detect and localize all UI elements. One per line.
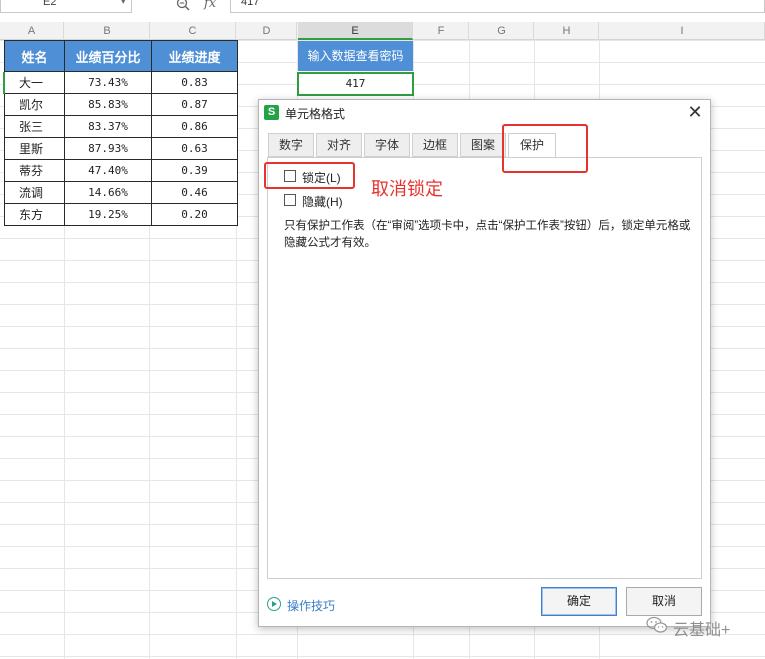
column-header-progress[interactable]: 业绩进度	[151, 40, 238, 72]
zoom-icon[interactable]	[176, 0, 190, 11]
cell-percent[interactable]: 73.43%	[64, 71, 152, 94]
column-header-c[interactable]: C	[150, 22, 236, 40]
table-row: 东方 19.25% 0.20	[4, 203, 238, 226]
column-header-d[interactable]: D	[237, 22, 297, 40]
protection-help-text: 只有保护工作表（在“审阅”选项卡中，点击“保护工作表”按钮）后，锁定单元格或隐藏…	[284, 220, 691, 249]
cell-name[interactable]: 张三	[4, 115, 65, 138]
cell-name[interactable]: 流调	[4, 181, 65, 204]
fx-icon[interactable]: fx	[204, 0, 216, 11]
cell-progress[interactable]: 0.20	[151, 203, 238, 226]
column-header-h[interactable]: H	[535, 22, 599, 40]
cell-percent[interactable]: 19.25%	[64, 203, 152, 226]
cell-name[interactable]: 凯尔	[4, 93, 65, 116]
tab-alignment[interactable]: 对齐	[316, 133, 362, 157]
formula-input[interactable]: 417	[230, 0, 765, 13]
cell-progress[interactable]: 0.39	[151, 159, 238, 182]
table-row: 蒂芬 47.40% 0.39	[4, 159, 238, 182]
table-row: 凯尔 85.83% 0.87	[4, 93, 238, 116]
cell-percent[interactable]: 47.40%	[64, 159, 152, 182]
cell-name[interactable]: 蒂芬	[4, 159, 65, 182]
cell-progress[interactable]: 0.87	[151, 93, 238, 116]
column-header-g[interactable]: G	[470, 22, 534, 40]
tab-font[interactable]: 字体	[364, 133, 410, 157]
protection-tab-highlight	[502, 124, 588, 173]
cell-percent[interactable]: 14.66%	[64, 181, 152, 204]
close-icon[interactable]: ✕	[685, 102, 705, 122]
tab-border[interactable]: 边框	[412, 133, 458, 157]
cell-name[interactable]: 里斯	[4, 137, 65, 160]
dialog-title: 单元格格式	[285, 107, 346, 121]
cell-percent[interactable]: 87.93%	[64, 137, 152, 160]
column-header-f[interactable]: F	[414, 22, 469, 40]
cell-progress[interactable]: 0.83	[151, 71, 238, 94]
column-header-a[interactable]: A	[0, 22, 64, 40]
wechat-icon	[646, 616, 668, 633]
grid-row-line	[0, 656, 765, 657]
grid-row-line	[0, 634, 765, 635]
name-box-value: E2	[43, 0, 57, 8]
dialog-titlebar[interactable]: S 单元格格式 ✕	[259, 100, 710, 127]
active-row-marker	[3, 72, 5, 94]
wps-app-icon: S	[264, 105, 279, 120]
table-row: 里斯 87.93% 0.63	[4, 137, 238, 160]
table-row: 流调 14.66% 0.46	[4, 181, 238, 204]
password-value-cell[interactable]: 417	[297, 72, 414, 96]
cell-percent[interactable]: 83.37%	[64, 115, 152, 138]
cell-progress[interactable]: 0.63	[151, 137, 238, 160]
column-header-e[interactable]: E	[298, 22, 413, 40]
table-row: 大一 73.43% 0.83	[4, 71, 238, 94]
lock-checkbox-highlight	[264, 162, 355, 189]
annotation-unlock-text: 取消锁定	[371, 179, 443, 199]
column-header-b[interactable]: B	[65, 22, 150, 40]
cell-percent[interactable]: 85.83%	[64, 93, 152, 116]
tab-number[interactable]: 数字	[268, 133, 314, 157]
tab-pattern[interactable]: 图案	[460, 133, 506, 157]
formula-bar: E2 ▾ fx 417	[0, 0, 765, 14]
cell-name[interactable]: 东方	[4, 203, 65, 226]
name-box[interactable]: E2 ▾	[0, 0, 132, 13]
cell-progress[interactable]: 0.86	[151, 115, 238, 138]
hide-checkbox[interactable]	[284, 194, 296, 206]
password-header-cell[interactable]: 输入数据查看密码	[298, 41, 413, 71]
hide-label[interactable]: 隐藏(H)	[302, 193, 343, 210]
column-header-i[interactable]: I	[600, 22, 765, 40]
cell-progress[interactable]: 0.46	[151, 181, 238, 204]
table-header-row: 姓名 业绩百分比 业绩进度	[4, 40, 238, 72]
chevron-down-icon[interactable]: ▾	[121, 0, 126, 7]
watermark-text: 云基础+	[673, 622, 731, 639]
play-circle-icon[interactable]	[267, 597, 281, 611]
formula-value: 417	[241, 0, 260, 8]
data-table: 姓名 业绩百分比 业绩进度 大一 73.43% 0.83 凯尔 85.83% 0.87 张三…	[4, 40, 238, 226]
tips-label[interactable]: 操作技巧	[287, 597, 335, 614]
column-header-row: ABCDEFGHI	[0, 22, 765, 40]
table-row: 张三 83.37% 0.86	[4, 115, 238, 138]
column-header-percent[interactable]: 业绩百分比	[64, 40, 152, 72]
column-header-name[interactable]: 姓名	[4, 40, 65, 72]
cell-name[interactable]: 大一	[4, 71, 65, 94]
cancel-button[interactable]: 取消	[626, 587, 702, 616]
ok-button[interactable]: 确定	[541, 587, 617, 616]
protection-panel: 锁定(L) 隐藏(H) 只有保护工作表（在“审阅”选项卡中，点击“保护工作表”按…	[267, 157, 702, 579]
